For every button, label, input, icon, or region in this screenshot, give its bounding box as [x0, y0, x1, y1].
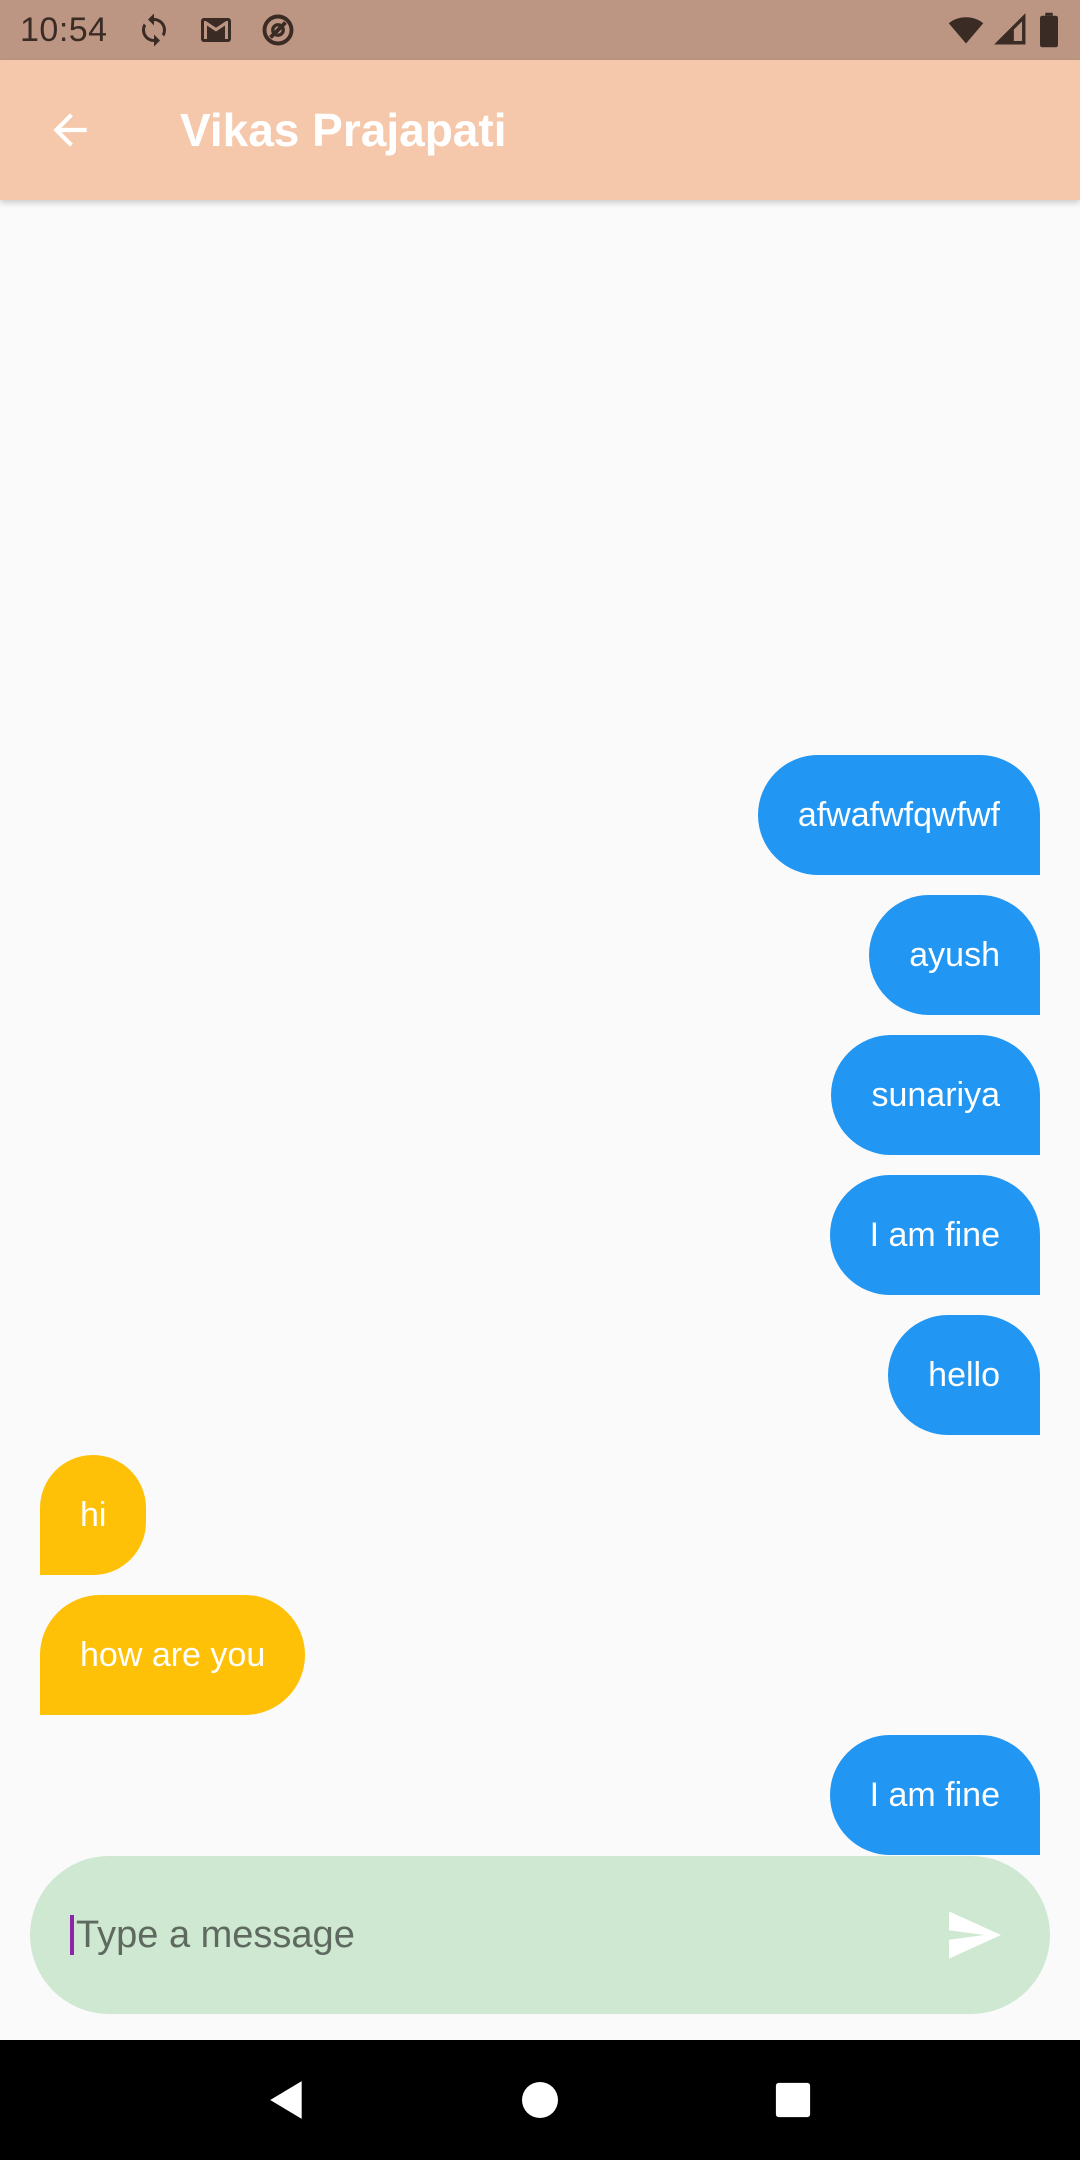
signal-icon: [994, 13, 1026, 45]
message-bubble[interactable]: hello: [888, 1315, 1040, 1435]
message-bubble[interactable]: sunariya: [831, 1035, 1040, 1155]
gmail-icon: [200, 18, 231, 42]
back-triangle-icon: [269, 2081, 302, 2119]
chat-title: Vikas Prajapati: [180, 104, 507, 156]
status-time: 10:54: [20, 10, 108, 49]
message-bubble[interactable]: hi: [40, 1455, 147, 1575]
message-composer: [30, 1856, 1050, 2014]
recents-square-icon: [776, 2082, 811, 2118]
nav-back-button[interactable]: [247, 2060, 327, 2140]
system-icons: [948, 12, 1060, 48]
message-bubble[interactable]: afwafwfqwfwf: [757, 755, 1040, 875]
message-bubble[interactable]: ayush: [869, 895, 1040, 1015]
system-nav-bar: [0, 2040, 1080, 2160]
back-button[interactable]: [0, 60, 140, 200]
message-bubble[interactable]: I am fine: [829, 1175, 1040, 1295]
message-input[interactable]: [76, 1913, 940, 1957]
send-icon: [949, 1911, 1001, 1959]
home-circle-icon: [521, 2082, 558, 2118]
notification-icons: [136, 12, 296, 48]
nav-recents-button[interactable]: [753, 2060, 833, 2140]
battery-icon: [1040, 12, 1058, 48]
data-saver-icon: [262, 14, 294, 46]
wifi-icon: [948, 17, 984, 44]
status-bar: 10:54: [0, 0, 1080, 60]
sync-icon: [141, 13, 166, 47]
arrow-back-icon: [53, 113, 87, 147]
message-bubble[interactable]: how are you: [40, 1595, 306, 1715]
message-list[interactable]: afwafwfqwfwf ayush sunariya I am fine he…: [0, 200, 1080, 1856]
app-bar: Vikas Prajapati: [0, 60, 1080, 200]
message-bubble[interactable]: I am fine: [829, 1735, 1040, 1855]
text-cursor: [70, 1915, 74, 1955]
nav-home-button[interactable]: [500, 2060, 580, 2140]
send-button[interactable]: [940, 1900, 1010, 1970]
